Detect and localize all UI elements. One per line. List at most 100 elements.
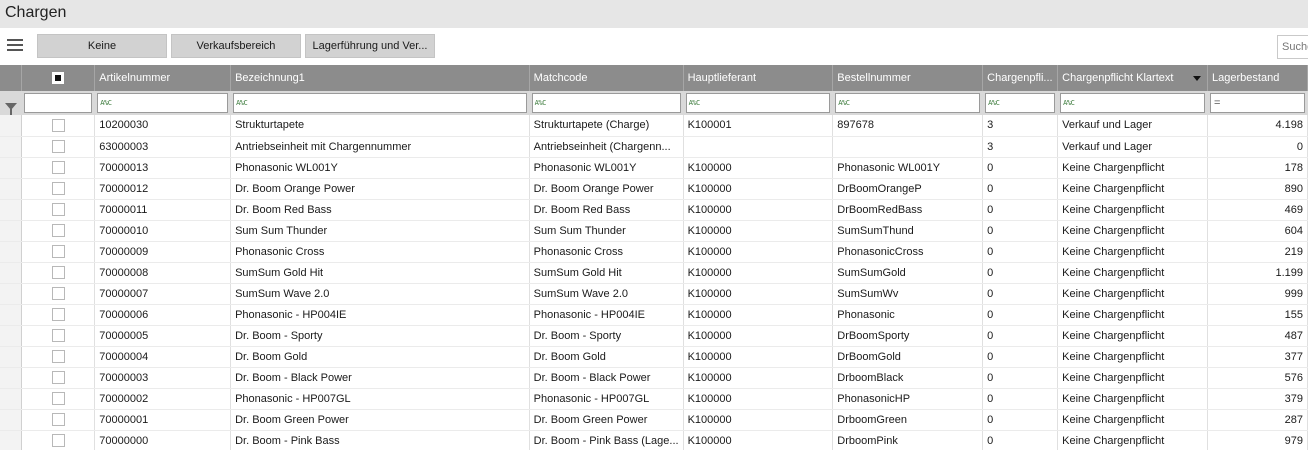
filter-input-artikelnummer[interactable]: A%C xyxy=(97,93,229,113)
cell-bestellnummer[interactable]: DrBoomSporty xyxy=(832,325,984,347)
cell-chargenpflicht-klartext[interactable]: Keine Chargenpflicht xyxy=(1057,199,1209,221)
cell-matchcode[interactable]: Phonasonic WL001Y xyxy=(529,157,684,179)
cell-lagerbestand[interactable]: 487 xyxy=(1207,325,1308,347)
cell-chargenpflicht[interactable]: 0 xyxy=(982,409,1059,431)
cell-bezeichnung1[interactable]: Sum Sum Thunder xyxy=(230,220,530,242)
sort-descending-icon[interactable] xyxy=(1193,76,1202,81)
row-checkbox[interactable] xyxy=(51,118,65,132)
cell-bezeichnung1[interactable]: Dr. Boom - Sporty xyxy=(230,325,530,347)
table-row[interactable]: 70000010 Sum Sum Thunder Sum Sum Thunder K1… xyxy=(0,220,1308,242)
row-indicator[interactable] xyxy=(0,283,23,305)
cell-matchcode[interactable]: Dr. Boom - Black Power xyxy=(529,367,684,389)
cell-bestellnummer[interactable]: SumSumThund xyxy=(832,220,984,242)
column-header-chargenpflicht-klartext[interactable]: Chargenpflicht Klartext xyxy=(1057,65,1209,91)
cell-lagerbestand[interactable]: 1.199 xyxy=(1207,262,1308,284)
cell-lagerbestand[interactable]: 4.198 xyxy=(1207,115,1308,137)
cell-matchcode[interactable]: Phonasonic Cross xyxy=(529,241,684,263)
cell-bezeichnung1[interactable]: Antriebseinheit mit Chargennummer xyxy=(230,136,530,158)
cell-chargenpflicht-klartext[interactable]: Keine Chargenpflicht xyxy=(1057,367,1209,389)
cell-hauptlieferant[interactable]: K100000 xyxy=(683,283,834,305)
table-row[interactable]: 70000011 Dr. Boom Red Bass Dr. Boom Red Ba… xyxy=(0,199,1308,221)
cell-bestellnummer[interactable]: Phonasonic xyxy=(832,304,984,326)
cell-chargenpflicht-klartext[interactable]: Keine Chargenpflicht xyxy=(1057,283,1209,305)
cell-hauptlieferant[interactable]: K100000 xyxy=(683,304,834,326)
cell-artikelnummer[interactable]: 70000005 xyxy=(94,325,232,347)
filter-input-bestellnummer[interactable]: A%C xyxy=(835,93,981,113)
cell-bezeichnung1[interactable]: SumSum Gold Hit xyxy=(230,262,530,284)
cell-lagerbestand[interactable]: 999 xyxy=(1207,283,1308,305)
cell-bezeichnung1[interactable]: Dr. Boom Orange Power xyxy=(230,178,530,200)
cell-artikelnummer[interactable]: 70000006 xyxy=(94,304,232,326)
hamburger-menu-icon[interactable] xyxy=(6,36,24,56)
cell-lagerbestand[interactable]: 178 xyxy=(1207,157,1308,179)
row-indicator[interactable] xyxy=(0,367,23,389)
cell-chargenpflicht-klartext[interactable]: Verkauf und Lager xyxy=(1057,136,1209,158)
cell-hauptlieferant[interactable]: K100000 xyxy=(683,262,834,284)
cell-hauptlieferant[interactable]: K100000 xyxy=(683,178,834,200)
row-checkbox[interactable] xyxy=(51,224,65,237)
row-indicator[interactable] xyxy=(0,115,23,137)
cell-chargenpflicht-klartext[interactable]: Keine Chargenpflicht xyxy=(1057,178,1209,200)
cell-chargenpflicht[interactable]: 0 xyxy=(982,199,1059,221)
cell-bestellnummer[interactable] xyxy=(832,136,984,158)
cell-lagerbestand[interactable]: 604 xyxy=(1207,220,1308,242)
row-indicator[interactable] xyxy=(0,430,23,450)
row-checkbox[interactable] xyxy=(51,182,65,195)
cell-bestellnummer[interactable]: DrboomGreen xyxy=(832,409,984,431)
filter-input-bezeichnung1[interactable]: A%C xyxy=(233,93,527,113)
cell-bezeichnung1[interactable]: Phonasonic Cross xyxy=(230,241,530,263)
row-indicator[interactable] xyxy=(0,262,23,284)
cell-hauptlieferant[interactable]: K100000 xyxy=(683,325,834,347)
row-indicator[interactable] xyxy=(0,304,23,326)
cell-chargenpflicht-klartext[interactable]: Keine Chargenpflicht xyxy=(1057,409,1209,431)
cell-hauptlieferant[interactable]: K100000 xyxy=(683,367,834,389)
row-checkbox[interactable] xyxy=(51,140,65,153)
cell-hauptlieferant[interactable]: K100001 xyxy=(683,115,834,137)
cell-hauptlieferant[interactable]: K100000 xyxy=(683,409,834,431)
table-row[interactable]: 70000006 Phonasonic - HP004IE Phonasonic -… xyxy=(0,304,1308,326)
cell-chargenpflicht-klartext[interactable]: Keine Chargenpflicht xyxy=(1057,241,1209,263)
cell-lagerbestand[interactable]: 576 xyxy=(1207,367,1308,389)
row-checkbox[interactable] xyxy=(51,287,65,300)
column-header-artikelnummer[interactable]: Artikelnummer xyxy=(94,65,232,91)
row-checkbox[interactable] xyxy=(51,245,65,258)
cell-chargenpflicht-klartext[interactable]: Keine Chargenpflicht xyxy=(1057,304,1209,326)
cell-bestellnummer[interactable]: DrboomBlack xyxy=(832,367,984,389)
cell-chargenpflicht[interactable]: 3 xyxy=(982,136,1059,158)
filter-input-chargenpflicht-klartext[interactable]: A%C xyxy=(1060,93,1206,113)
row-checkbox[interactable] xyxy=(51,308,65,321)
row-checkbox[interactable] xyxy=(51,203,65,216)
cell-matchcode[interactable]: Phonasonic - HP004IE xyxy=(529,304,684,326)
row-indicator[interactable] xyxy=(0,325,23,347)
cell-lagerbestand[interactable]: 377 xyxy=(1207,346,1308,368)
filter-input-select[interactable] xyxy=(24,93,93,113)
cell-bestellnummer[interactable]: SumSumGold xyxy=(832,262,984,284)
select-all-header[interactable] xyxy=(21,65,96,91)
cell-chargenpflicht[interactable]: 3 xyxy=(982,115,1059,137)
column-header-matchcode[interactable]: Matchcode xyxy=(529,65,684,91)
cell-chargenpflicht[interactable]: 0 xyxy=(982,325,1059,347)
row-indicator[interactable] xyxy=(0,199,23,221)
column-header-hauptlieferant[interactable]: Hauptlieferant xyxy=(683,65,834,91)
table-row[interactable]: 70000007 SumSum Wave 2.0 SumSum Wave 2.0 K1… xyxy=(0,283,1308,305)
cell-artikelnummer[interactable]: 70000001 xyxy=(94,409,232,431)
row-checkbox[interactable] xyxy=(51,371,65,384)
cell-artikelnummer[interactable]: 63000003 xyxy=(94,136,232,158)
table-row[interactable]: 70000004 Dr. Boom Gold Dr. Boom Gold K10000… xyxy=(0,346,1308,368)
cell-hauptlieferant[interactable]: K100000 xyxy=(683,220,834,242)
cell-chargenpflicht[interactable]: 0 xyxy=(982,157,1059,179)
cell-lagerbestand[interactable]: 287 xyxy=(1207,409,1308,431)
cell-chargenpflicht-klartext[interactable]: Keine Chargenpflicht xyxy=(1057,430,1209,450)
cell-chargenpflicht-klartext[interactable]: Keine Chargenpflicht xyxy=(1057,388,1209,410)
table-row[interactable]: 70000000 Dr. Boom - Pink Bass Dr. Boom - P… xyxy=(0,430,1308,450)
cell-artikelnummer[interactable]: 70000012 xyxy=(94,178,232,200)
cell-bestellnummer[interactable]: DrBoomOrangeP xyxy=(832,178,984,200)
row-checkbox[interactable] xyxy=(51,329,65,342)
row-indicator[interactable] xyxy=(0,388,23,410)
cell-chargenpflicht[interactable]: 0 xyxy=(982,262,1059,284)
cell-bezeichnung1[interactable]: Phonasonic - HP004IE xyxy=(230,304,530,326)
filter-input-lagerbestand[interactable]: = xyxy=(1210,93,1305,113)
cell-artikelnummer[interactable]: 70000008 xyxy=(94,262,232,284)
cell-matchcode[interactable]: Sum Sum Thunder xyxy=(529,220,684,242)
cell-matchcode[interactable]: Dr. Boom Gold xyxy=(529,346,684,368)
